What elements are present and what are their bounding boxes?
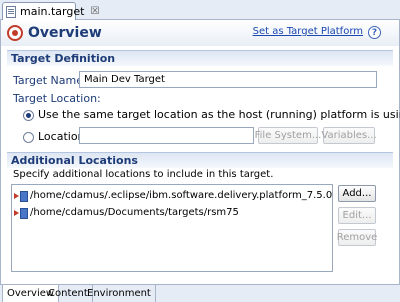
page-tab-bar: Overview Content Environment <box>0 284 400 302</box>
remove-location-button[interactable]: Remove <box>337 229 377 246</box>
editor-tab-main-target[interactable]: main.target ☒ <box>2 2 99 20</box>
location-icon <box>14 190 28 202</box>
tab-environment[interactable]: Environment <box>83 285 156 302</box>
location-path: /home/cdamus/.eclipse/ibm.software.deliv… <box>30 189 333 201</box>
close-icon[interactable]: ☒ <box>90 6 99 17</box>
same-location-label[interactable]: Use the same target location as the host… <box>38 108 400 121</box>
target-name-label: Target Name: <box>13 74 87 87</box>
file-system-button[interactable]: File System... <box>255 127 321 144</box>
add-location-button[interactable]: Add... <box>338 185 376 202</box>
editor-tab-title: main.target <box>20 5 85 18</box>
list-item[interactable]: /home/cdamus/Documents/targets/rsm75 <box>14 204 239 220</box>
additional-locations-section: Additional Locations Specify additional … <box>7 152 393 282</box>
editor-tab-bar: main.target ☒ <box>0 0 400 20</box>
list-item[interactable]: /home/cdamus/.eclipse/ibm.software.deliv… <box>14 187 333 203</box>
help-icon[interactable]: ? <box>368 26 381 39</box>
target-editor-content: Overview Set as Target Platform ? Target… <box>0 20 400 284</box>
same-location-radio[interactable] <box>23 110 34 121</box>
target-definition-section: Target Definition Target Name: Main Dev … <box>7 50 400 150</box>
target-definition-title-bar[interactable]: Target Definition <box>7 50 393 66</box>
additional-locations-description: Specify additional locations to include … <box>13 169 274 180</box>
section-title: Additional Locations <box>11 154 138 167</box>
form-header: Overview Set as Target Platform ? <box>1 20 399 46</box>
additional-locations-title-bar[interactable]: Additional Locations <box>7 152 393 168</box>
location-input[interactable] <box>79 127 254 144</box>
variables-button[interactable]: Variables... <box>321 127 377 144</box>
page-title: Overview <box>28 25 102 41</box>
location-radio[interactable] <box>23 132 34 143</box>
target-file-icon <box>6 5 16 18</box>
target-location-label: Target Location: <box>13 92 101 105</box>
target-name-input[interactable]: Main Dev Target <box>79 71 377 88</box>
locations-list[interactable]: /home/cdamus/.eclipse/ibm.software.deliv… <box>11 184 333 272</box>
target-icon <box>7 25 23 41</box>
section-title: Target Definition <box>11 52 116 65</box>
set-as-target-platform-link[interactable]: Set as Target Platform <box>253 26 363 37</box>
edit-location-button[interactable]: Edit... <box>338 207 376 224</box>
location-path: /home/cdamus/Documents/targets/rsm75 <box>30 206 239 218</box>
location-icon <box>14 207 28 219</box>
